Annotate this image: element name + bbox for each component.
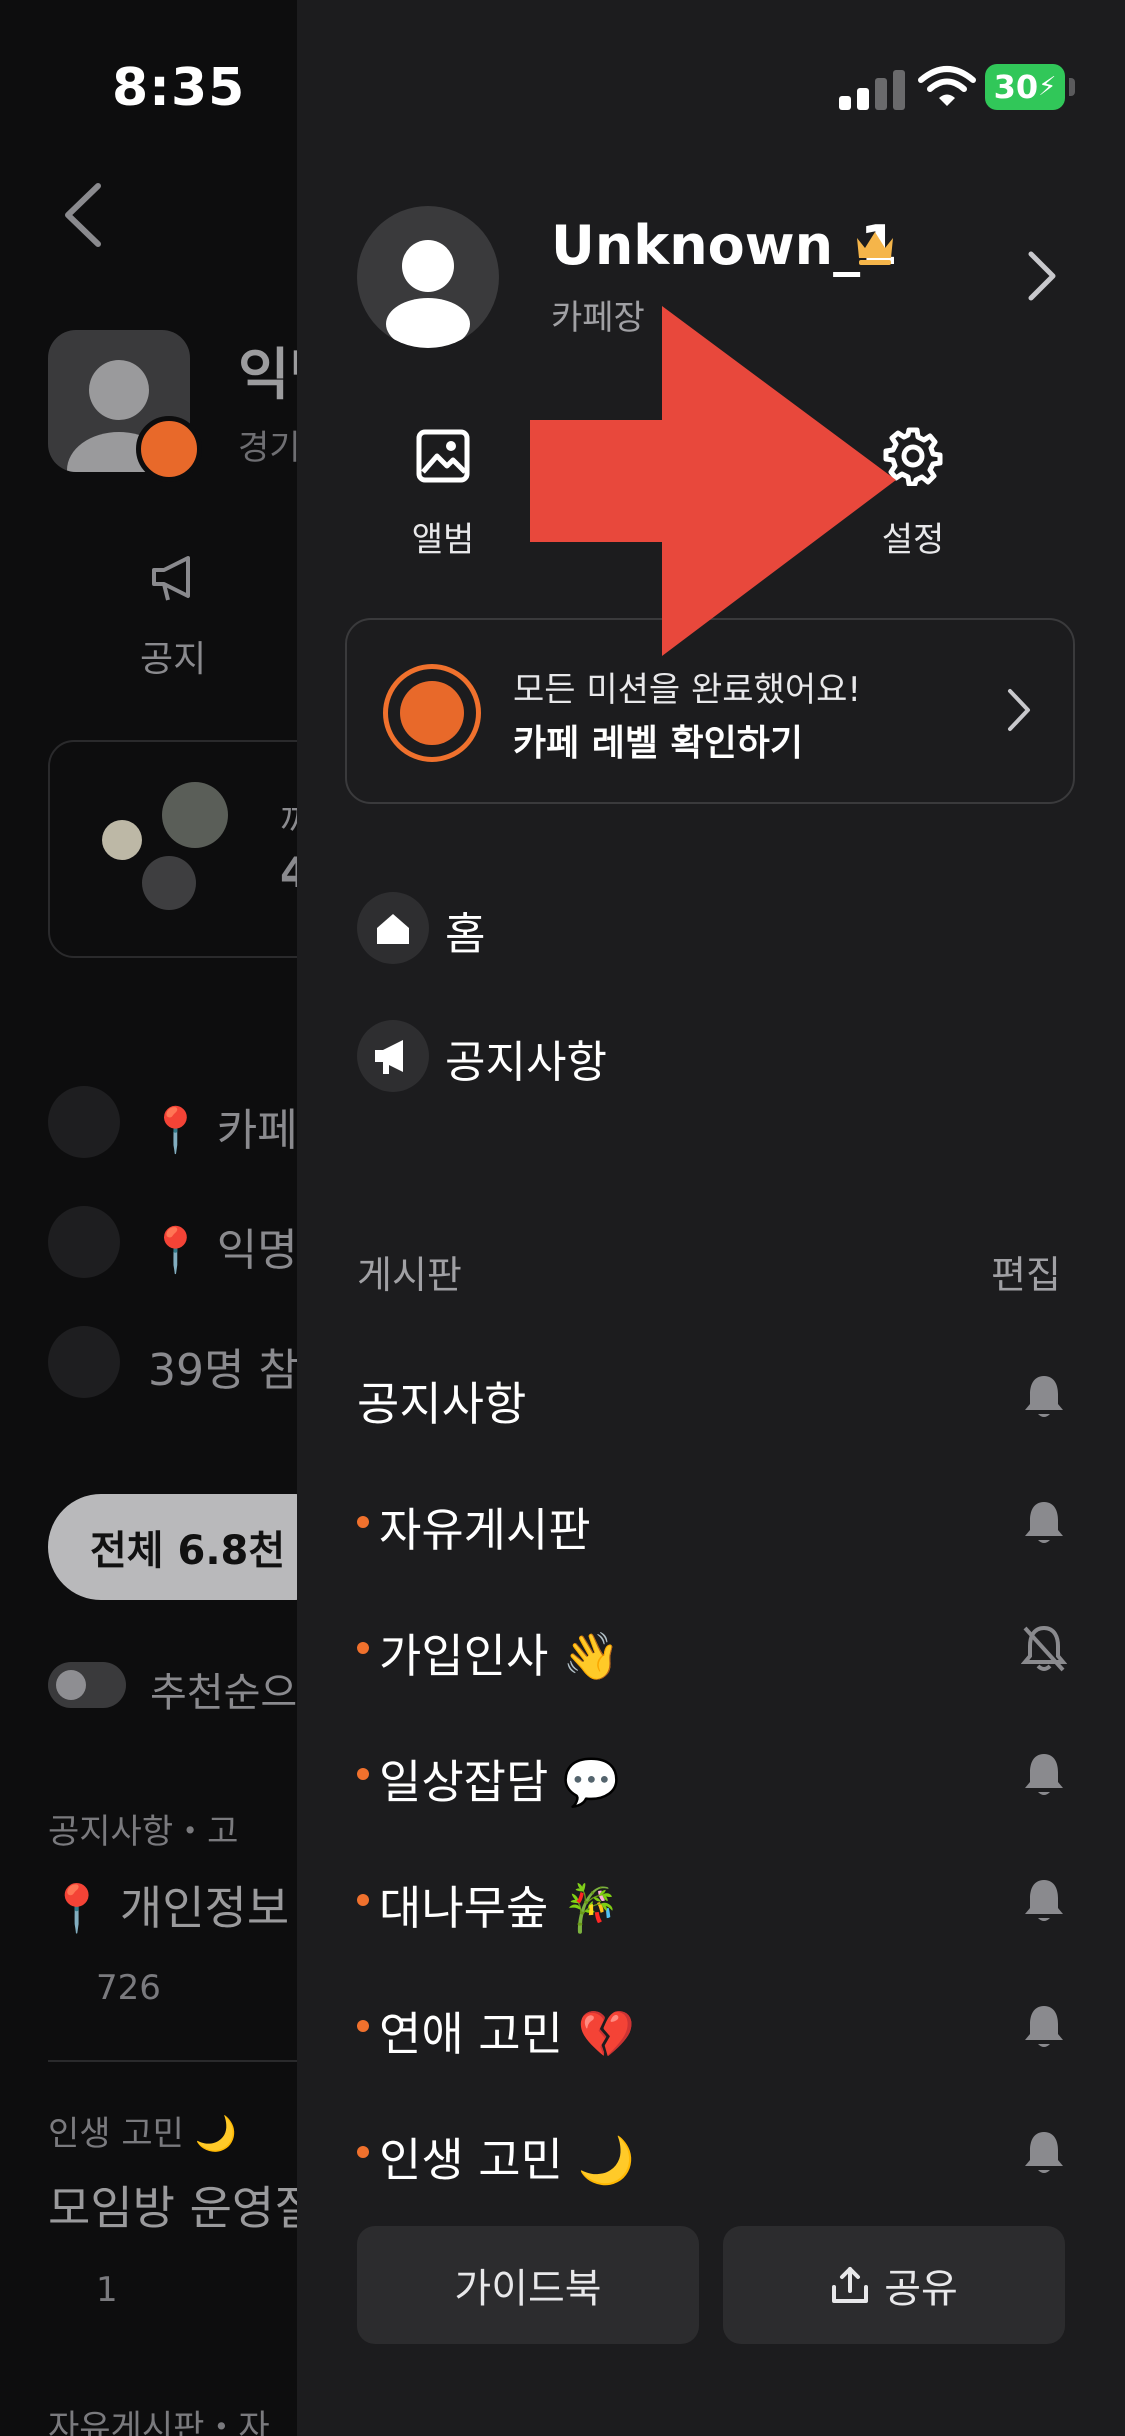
new-dot [357,1894,369,1906]
board-label: 인생 고민 🌙 [379,2133,635,2187]
divider [48,2060,308,2062]
album-icon [416,429,470,483]
back-icon[interactable] [58,180,108,250]
new-dot [357,1516,369,1528]
megaphone-icon [152,556,190,601]
home-icon [357,892,429,964]
bell-icon[interactable] [1021,2128,1067,2178]
post-views: 726 [96,1968,161,2008]
album-button[interactable]: 앨범 [383,426,503,561]
album-label: 앨범 [411,520,475,560]
share-icon [832,2267,869,2303]
board-item[interactable]: 가입인사 👋 [357,1608,1067,1688]
pinned-row[interactable]: 📍 카페 [148,1094,298,1158]
cafe-level-badge-icon [383,664,481,762]
battery-level: 30 [993,68,1039,106]
battery-cap [1069,78,1075,96]
cellular-signal-icon [839,66,907,110]
board-label: 자유게시판 [379,1503,591,1557]
new-dot [357,1768,369,1780]
edit-boards-button[interactable]: 편집 [991,1244,1061,1299]
guidebook-button[interactable]: 가이드북 [357,2226,699,2344]
share-label: 공유 [884,2266,958,2312]
cafe-subtitle: 경기 [238,428,301,468]
nav-notice-label: 공지사항 [445,1037,607,1088]
board-label: 대나무숲 🎋 [379,1881,621,1935]
board-item[interactable]: 자유게시판 [357,1482,1067,1562]
chevron-right-icon [1008,689,1030,731]
new-dot [357,2020,369,2032]
board-label: 가입인사 👋 [379,1629,621,1683]
annotation-arrow-icon [530,306,896,656]
post-meta: 인생 고민 🌙 [48,2114,238,2154]
share-button[interactable]: 공유 [723,2226,1065,2344]
nav-home[interactable]: 홈 [357,892,1057,964]
bell-icon[interactable] [1021,1750,1067,1800]
board-item[interactable]: 인생 고민 🌙 [357,2112,1067,2192]
chevron-right-icon[interactable] [1025,248,1059,304]
battery-indicator: 30 ⚡ [985,64,1065,110]
bell-icon[interactable] [1021,1498,1067,1548]
crown-icon [857,232,893,265]
pinned-row[interactable]: 📍 익명 [148,1214,298,1278]
board-item[interactable]: 대나무숲 🎋 [357,1860,1067,1940]
nav-home-label: 홈 [445,909,486,960]
post-meta: 자유게시판・자 [48,2408,270,2436]
megaphone-icon [357,1020,429,1092]
guidebook-label: 가이드북 [454,2266,602,2312]
sort-label: 추천순으 [150,1670,298,1716]
bell-off-icon[interactable] [1021,1624,1067,1674]
status-time: 8:35 [112,58,246,118]
nav-notice[interactable]: 공지사항 [357,1020,1057,1092]
sort-toggle[interactable] [48,1662,126,1708]
board-item[interactable]: 일상잡담 💬 [357,1734,1067,1814]
bell-icon[interactable] [1021,2002,1067,2052]
bell-icon[interactable] [1021,1876,1067,1926]
notice-tab-label[interactable]: 공지 [140,630,206,682]
new-dot [357,1642,369,1654]
post-views: 1 [96,2270,118,2310]
board-item[interactable]: 공지사항 [357,1356,1067,1436]
bell-icon[interactable] [1021,1372,1067,1422]
profile-avatar[interactable] [357,206,499,348]
post-title[interactable]: 📍 개인정보 [48,1872,289,1938]
level-badge-icon [136,416,202,482]
board-label: 일상잡담 💬 [379,1755,621,1809]
profile-name[interactable]: Unknown_1 [551,214,898,277]
board-item[interactable]: 연애 고민 💔 [357,1986,1067,2066]
boards-section-title: 게시판 [357,1253,462,1297]
members-count: 39명 참 [148,1345,299,1396]
mission-cta: 카페 레벨 확인하기 [513,723,804,764]
new-dot [357,2146,369,2158]
post-meta: 공지사항・고 [48,1812,239,1852]
megaphone-icon [48,1086,120,1158]
board-label: 공지사항 [357,1377,527,1431]
mission-text: 모든 미션을 완료했어요! [513,670,862,710]
megaphone-icon [48,1206,120,1278]
board-label: 연애 고민 💔 [379,2007,635,2061]
post-title[interactable]: 모임방 운영질 [48,2172,317,2238]
fire-icon [48,1326,120,1398]
wifi-icon [918,66,976,106]
